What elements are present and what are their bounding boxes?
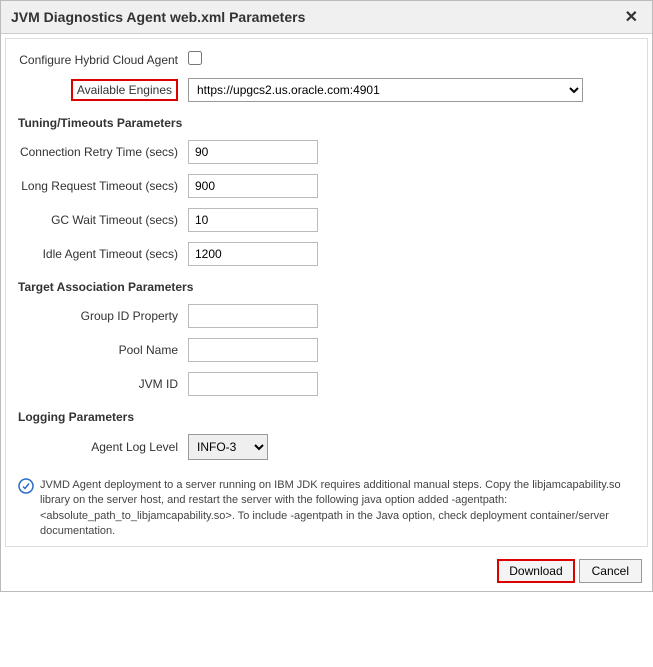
jvm-id-row: JVM ID [18,372,635,396]
group-id-input[interactable] [188,304,318,328]
jvm-id-label: JVM ID [18,377,188,391]
available-engines-select[interactable]: https://upgcs2.us.oracle.com:4901 [188,78,583,102]
pool-name-row: Pool Name [18,338,635,362]
close-icon[interactable]: ✕ [621,7,642,27]
tuning-section-title: Tuning/Timeouts Parameters [18,116,635,130]
gc-wait-label: GC Wait Timeout (secs) [18,213,188,227]
dialog-header: JVM Diagnostics Agent web.xml Parameters… [1,1,652,34]
download-button[interactable]: Download [497,559,574,583]
pool-name-label: Pool Name [18,343,188,357]
log-level-row: Agent Log Level INFO-3 [18,434,635,460]
dialog-body: Configure Hybrid Cloud Agent Available E… [5,38,648,547]
group-id-row: Group ID Property [18,304,635,328]
button-bar: Download Cancel [1,551,652,591]
idle-agent-input[interactable] [188,242,318,266]
group-id-label: Group ID Property [18,309,188,323]
conn-retry-input[interactable] [188,140,318,164]
long-req-row: Long Request Timeout (secs) [18,174,635,198]
available-engines-label: Available Engines [71,79,178,101]
dialog-container: JVM Diagnostics Agent web.xml Parameters… [0,0,653,592]
log-level-label: Agent Log Level [18,440,188,454]
cancel-button[interactable]: Cancel [579,559,642,583]
info-box: JVMD Agent deployment to a server runnin… [18,478,635,540]
jvm-id-input[interactable] [188,372,318,396]
long-req-input[interactable] [188,174,318,198]
conn-retry-row: Connection Retry Time (secs) [18,140,635,164]
gc-wait-input[interactable] [188,208,318,232]
hybrid-cloud-label: Configure Hybrid Cloud Agent [18,53,188,67]
dialog-title: JVM Diagnostics Agent web.xml Parameters [11,9,305,25]
target-section-title: Target Association Parameters [18,280,635,294]
conn-retry-label: Connection Retry Time (secs) [18,145,188,159]
long-req-label: Long Request Timeout (secs) [18,179,188,193]
info-text: JVMD Agent deployment to a server runnin… [40,478,635,540]
info-icon [18,478,34,494]
gc-wait-row: GC Wait Timeout (secs) [18,208,635,232]
log-level-select[interactable]: INFO-3 [188,434,268,460]
available-engines-row: Available Engines https://upgcs2.us.orac… [18,78,635,102]
idle-agent-row: Idle Agent Timeout (secs) [18,242,635,266]
logging-section-title: Logging Parameters [18,410,635,424]
idle-agent-label: Idle Agent Timeout (secs) [18,247,188,261]
pool-name-input[interactable] [188,338,318,362]
hybrid-cloud-row: Configure Hybrid Cloud Agent [18,51,635,68]
hybrid-cloud-checkbox[interactable] [188,51,202,65]
